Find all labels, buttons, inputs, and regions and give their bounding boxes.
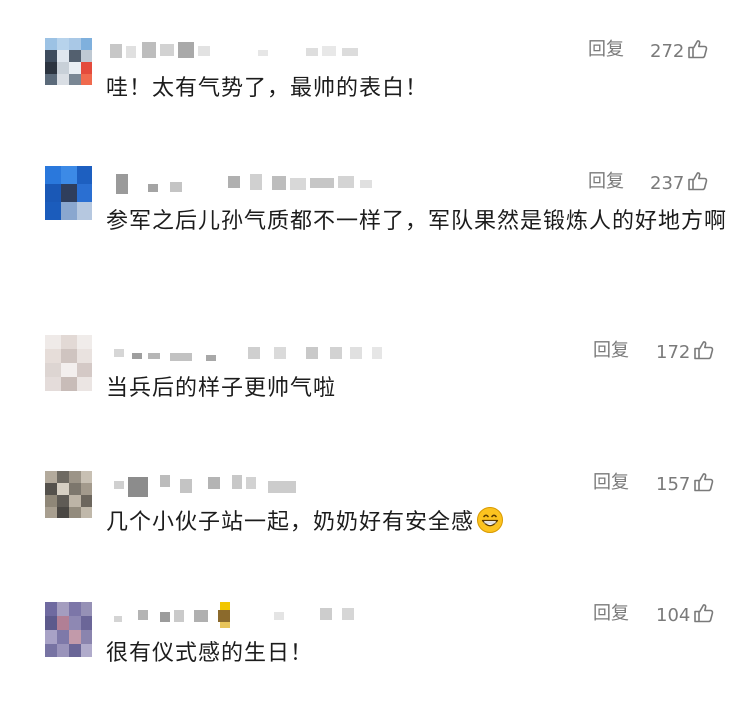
username-pixelated[interactable] <box>108 602 408 628</box>
comment-text: 几个小伙子站一起，奶奶好有安全感 <box>106 505 730 546</box>
thumbs-up-icon <box>693 339 715 368</box>
pixelated-username-image <box>114 602 354 628</box>
avatar[interactable] <box>45 335 92 391</box>
pixelated-username-image <box>110 42 358 58</box>
comment-text: 参军之后儿孙气质都不一样了，军队果然是锻炼人的好地方啊 <box>106 209 728 234</box>
like-count: 157 <box>656 474 691 495</box>
like-button[interactable]: 104 <box>656 602 715 631</box>
reply-button[interactable]: 回复 <box>593 602 629 626</box>
like-button[interactable]: 237 <box>650 170 709 199</box>
username-pixelated[interactable] <box>108 38 408 64</box>
username-pixelated[interactable] <box>108 471 408 497</box>
pixelated-avatar-image <box>45 335 92 391</box>
pixelated-avatar-image <box>45 471 92 518</box>
like-button[interactable]: 172 <box>656 339 715 368</box>
like-count: 104 <box>656 605 691 626</box>
reply-button[interactable]: 回复 <box>593 471 629 495</box>
username-pixelated[interactable] <box>108 170 408 196</box>
avatar[interactable] <box>45 38 92 85</box>
username-pixelated[interactable] <box>108 339 408 365</box>
avatar[interactable] <box>45 166 92 220</box>
thumbs-up-icon <box>687 38 709 67</box>
pixelated-avatar-image <box>45 166 92 220</box>
like-count: 272 <box>650 41 685 62</box>
reply-button[interactable]: 回复 <box>588 170 624 194</box>
reply-button[interactable]: 回复 <box>593 339 629 363</box>
thumbs-up-icon <box>693 602 715 631</box>
avatar[interactable] <box>45 471 92 518</box>
like-count: 172 <box>656 342 691 363</box>
like-button[interactable]: 157 <box>656 471 715 500</box>
like-count: 237 <box>650 173 685 194</box>
comment-text-content: 几个小伙子站一起，奶奶好有安全感 <box>106 510 475 535</box>
comment-text: 很有仪式感的生日！ <box>106 641 314 666</box>
pixelated-username-image <box>114 475 296 497</box>
pixelated-username-image <box>114 347 382 361</box>
grinning-face-emoji-icon <box>476 506 504 546</box>
thumbs-up-icon <box>687 170 709 199</box>
thumbs-up-icon <box>693 471 715 500</box>
reply-button[interactable]: 回复 <box>588 38 624 62</box>
comment-text: 当兵后的样子更帅气啦 <box>106 376 337 401</box>
avatar[interactable] <box>45 602 92 657</box>
comment-text: 哇！太有气势了，最帅的表白！ <box>106 76 429 101</box>
pixelated-avatar-image <box>45 602 92 657</box>
pixelated-avatar-image <box>45 38 92 85</box>
like-button[interactable]: 272 <box>650 38 709 67</box>
pixelated-username-image <box>116 174 372 194</box>
